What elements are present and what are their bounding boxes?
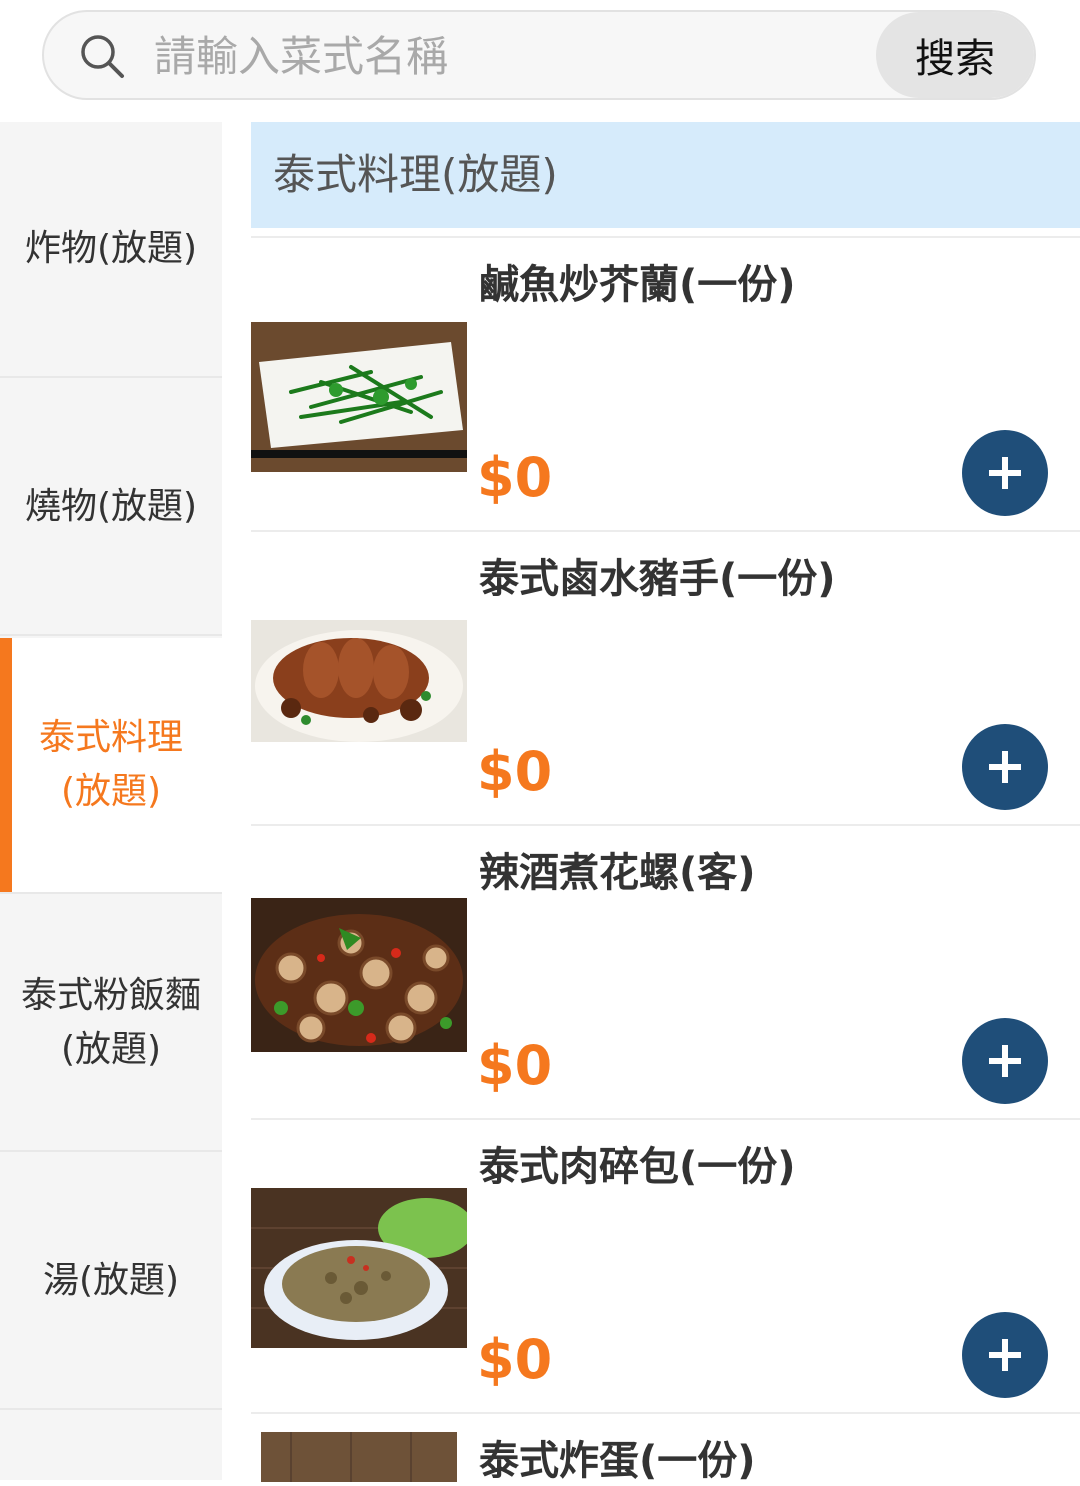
plus-icon (989, 1339, 1021, 1371)
sidebar-item-label: 泰式粉飯麵 (放題) (20, 975, 201, 1070)
sidebar-item-grilled[interactable]: 燒物(放題) (0, 380, 222, 636)
dish-price: $0 (477, 446, 553, 509)
sidebar-item-fried[interactable]: 炸物(放題) (0, 122, 222, 378)
sidebar-item-soup[interactable]: 湯(放題) (0, 1154, 222, 1410)
category-sidebar: 炸物(放題) 燒物(放題) 泰式料理 (放題) 泰式粉飯麵 (放題) 湯(放題) (0, 122, 222, 1480)
search-input[interactable] (152, 12, 876, 98)
add-to-cart-button[interactable] (962, 430, 1048, 516)
sidebar-item-label: 燒物(放題) (24, 486, 198, 527)
dish-image-pork-knuckle[interactable] (251, 620, 467, 742)
dish-price: $0 (477, 1034, 553, 1097)
dish-name: 泰式肉碎包(一份) (479, 1144, 796, 1190)
dish-price: $0 (477, 1328, 553, 1391)
plus-icon (989, 1045, 1021, 1077)
menu-item: 泰式炸蛋(一份) (251, 1412, 1080, 1484)
sidebar-item-label: 湯(放題) (42, 1260, 180, 1301)
menu-item: 鹹魚炒芥蘭(一份) $0 (251, 236, 1080, 530)
dish-image-snails[interactable] (251, 898, 467, 1052)
sidebar-item-thai-noodles-rice[interactable]: 泰式粉飯麵 (放題) (0, 896, 222, 1152)
search-icon (81, 35, 124, 78)
dish-price: $0 (477, 740, 553, 803)
dish-name: 鹹魚炒芥蘭(一份) (479, 262, 796, 308)
dish-image-minced-meat[interactable] (251, 1188, 467, 1348)
sidebar-item-label: 炸物(放題) (24, 228, 198, 269)
search-bar: 搜索 (42, 10, 1036, 100)
dish-name: 泰式炸蛋(一份) (479, 1438, 756, 1484)
add-to-cart-button[interactable] (962, 724, 1048, 810)
plus-icon (989, 751, 1021, 783)
sidebar-item-label: 泰式料理 (放題) (38, 717, 183, 812)
dish-image-fried-egg[interactable] (261, 1432, 457, 1482)
add-to-cart-button[interactable] (962, 1018, 1048, 1104)
dish-name: 辣酒煮花螺(客) (479, 850, 756, 896)
menu-item: 泰式鹵水豬手(一份) $0 (251, 530, 1080, 824)
menu-item: 泰式肉碎包(一份) $0 (251, 1118, 1080, 1412)
add-to-cart-button[interactable] (962, 1312, 1048, 1398)
dish-image-greens[interactable] (251, 322, 467, 472)
dish-name: 泰式鹵水豬手(一份) (479, 556, 836, 602)
menu-item: 辣酒煮花螺(客) $0 (251, 824, 1080, 1118)
section-title: 泰式料理(放題) (251, 122, 1080, 228)
plus-icon (989, 457, 1021, 489)
sidebar-item-thai-cuisine[interactable]: 泰式料理 (放題) (0, 638, 222, 894)
search-button[interactable]: 搜索 (876, 12, 1034, 98)
